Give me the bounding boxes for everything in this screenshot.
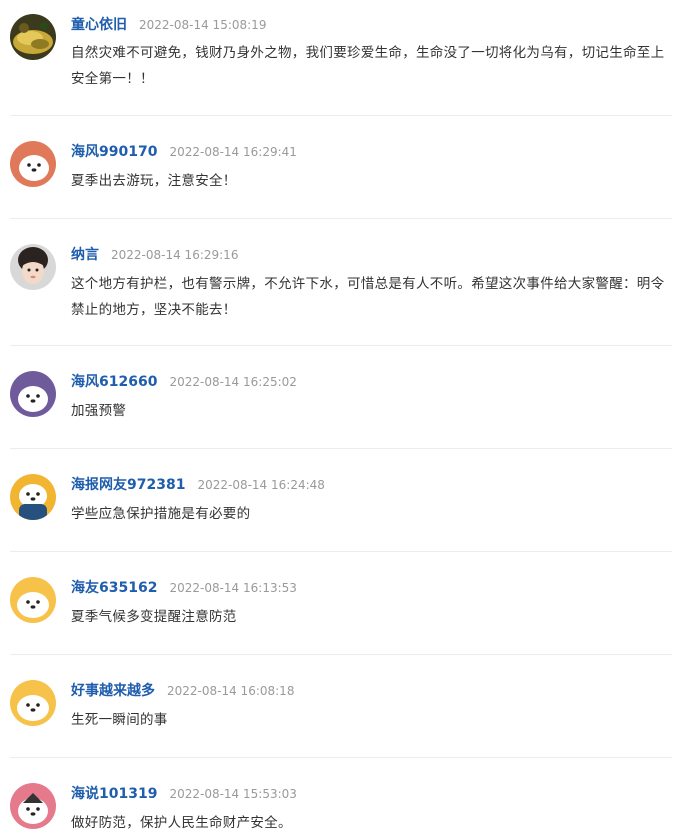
comment-text: 自然灾难不可避免，钱财乃身外之物，我们要珍爱生命，生命没了一切将化为乌有，切记生… bbox=[71, 45, 665, 87]
user-name[interactable]: 海风612660 bbox=[71, 374, 157, 390]
seal-avatar-icon bbox=[10, 783, 56, 829]
seal-avatar-icon bbox=[10, 371, 56, 417]
user-name[interactable]: 海说101319 bbox=[71, 786, 157, 802]
user-name[interactable]: 童心依旧 bbox=[71, 17, 127, 33]
food-photo-avatar-icon bbox=[10, 14, 56, 60]
comment-time: 2022-08-14 15:53:03 bbox=[169, 787, 297, 801]
comment-item: 海风990170 2022-08-14 16:29:41 夏季出去游玩，注意安全！ bbox=[10, 116, 672, 219]
comment-time: 2022-08-14 16:29:41 bbox=[169, 145, 297, 159]
comment-meta: 童心依旧 2022-08-14 15:08:19 bbox=[71, 14, 266, 35]
comment-item: 海风612660 2022-08-14 16:25:02 加强预警 bbox=[10, 346, 672, 449]
seal-avatar-icon bbox=[10, 141, 56, 187]
comment-time: 2022-08-14 16:13:53 bbox=[169, 581, 297, 595]
user-avatar[interactable] bbox=[10, 474, 56, 520]
user-avatar[interactable] bbox=[10, 244, 56, 290]
user-avatar[interactable] bbox=[10, 783, 56, 829]
comment-time: 2022-08-14 16:24:48 bbox=[197, 478, 325, 492]
user-avatar[interactable] bbox=[10, 141, 56, 187]
comment-item: 童心依旧 2022-08-14 15:08:19 自然灾难不可避免，钱财乃身外之物… bbox=[10, 0, 672, 116]
comment-text: 生死一瞬间的事 bbox=[71, 712, 168, 728]
comment-meta: 海说101319 2022-08-14 15:53:03 bbox=[71, 783, 297, 804]
seal-avatar-icon bbox=[10, 680, 56, 726]
comment-meta: 好事越来越多 2022-08-14 16:08:18 bbox=[71, 680, 294, 701]
comment-text: 夏季气候多变提醒注意防范 bbox=[71, 609, 237, 625]
user-avatar[interactable] bbox=[10, 577, 56, 623]
comment-text: 学些应急保护措施是有必要的 bbox=[71, 506, 251, 522]
seal-avatar-icon bbox=[10, 577, 56, 623]
user-name[interactable]: 纳言 bbox=[71, 247, 99, 263]
comment-item: 海报网友972381 2022-08-14 16:24:48 学些应急保护措施是有… bbox=[10, 449, 672, 552]
child-photo-avatar-icon bbox=[10, 244, 56, 290]
comment-text: 做好防范，保护人民生命财产安全。 bbox=[71, 815, 292, 831]
user-avatar[interactable] bbox=[10, 371, 56, 417]
comment-text: 这个地方有护栏，也有警示牌，不允许下水，可惜总是有人不听。希望这次事件给大家警醒… bbox=[71, 276, 665, 318]
user-name[interactable]: 海报网友972381 bbox=[71, 477, 185, 493]
comment-meta: 海风612660 2022-08-14 16:25:02 bbox=[71, 371, 297, 392]
comment-list: 童心依旧 2022-08-14 15:08:19 自然灾难不可避免，钱财乃身外之物… bbox=[10, 0, 672, 839]
comment-item: 海友635162 2022-08-14 16:13:53 夏季气候多变提醒注意防范 bbox=[10, 552, 672, 655]
comment-time: 2022-08-14 16:29:16 bbox=[111, 248, 239, 262]
comment-time: 2022-08-14 15:08:19 bbox=[139, 18, 267, 32]
comment-item: 好事越来越多 2022-08-14 16:08:18 生死一瞬间的事 bbox=[10, 655, 672, 758]
comment-meta: 海友635162 2022-08-14 16:13:53 bbox=[71, 577, 297, 598]
comment-meta: 海报网友972381 2022-08-14 16:24:48 bbox=[71, 474, 325, 495]
comment-time: 2022-08-14 16:25:02 bbox=[169, 375, 297, 389]
comment-time: 2022-08-14 16:08:18 bbox=[167, 684, 295, 698]
comment-meta: 纳言 2022-08-14 16:29:16 bbox=[71, 244, 238, 265]
user-avatar[interactable] bbox=[10, 14, 56, 60]
comment-text: 加强预警 bbox=[71, 403, 127, 419]
comment-meta: 海风990170 2022-08-14 16:29:41 bbox=[71, 141, 297, 162]
comment-text: 夏季出去游玩，注意安全！ bbox=[71, 173, 237, 189]
user-avatar[interactable] bbox=[10, 680, 56, 726]
user-name[interactable]: 好事越来越多 bbox=[71, 683, 155, 699]
comment-item: 纳言 2022-08-14 16:29:16 这个地方有护栏，也有警示牌，不允许下… bbox=[10, 219, 672, 346]
comment-item: 海说101319 2022-08-14 15:53:03 做好防范，保护人民生命财… bbox=[10, 758, 672, 839]
user-name[interactable]: 海友635162 bbox=[71, 580, 157, 596]
seal-avatar-icon bbox=[10, 474, 56, 520]
user-name[interactable]: 海风990170 bbox=[71, 144, 157, 160]
